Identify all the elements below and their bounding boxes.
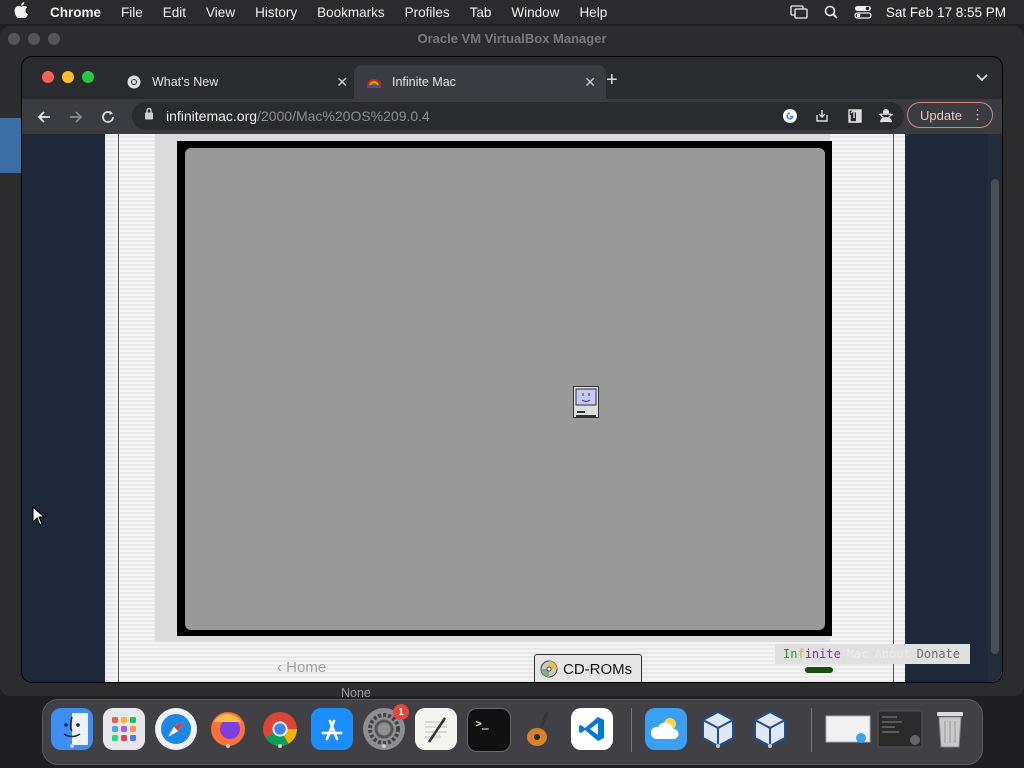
emulator-display[interactable] [185, 148, 825, 630]
window-controls [42, 71, 94, 83]
dock-textedit-icon[interactable] [415, 708, 457, 750]
address-bar[interactable]: infinitemac.org/2000/Mac%20OS%209.0.4 [132, 102, 904, 130]
spotlight-search-icon[interactable] [822, 5, 840, 19]
dock-firefox-icon[interactable] [207, 708, 249, 750]
dock-garageband-icon[interactable] [519, 708, 561, 750]
back-arrow-icon[interactable] [28, 103, 60, 131]
new-tab-plus-icon[interactable]: + [606, 69, 618, 92]
chrome-window: What's New ✕ Infinite Mac ✕ + infinitema… [22, 57, 1002, 682]
dock-launchpad-icon[interactable] [103, 708, 145, 750]
chrome-icon [126, 74, 142, 90]
dock-safari-icon[interactable] [155, 708, 197, 750]
logo-letter: i [804, 647, 812, 661]
close-window-button[interactable] [42, 71, 54, 83]
update-label: Update [920, 107, 962, 123]
dock-vscode-icon[interactable] [571, 708, 613, 750]
reload-icon[interactable] [92, 103, 124, 131]
dock-preview-window-icon[interactable] [825, 708, 871, 750]
dock-chrome-icon[interactable] [259, 708, 301, 750]
menu-file[interactable]: File [111, 5, 153, 20]
menu-edit[interactable]: Edit [153, 5, 196, 20]
mac-case: ‹ Home CD-ROMs [105, 134, 1002, 682]
tab-infinite-mac[interactable]: Infinite Mac ✕ [354, 65, 606, 99]
tab-strip: What's New ✕ Infinite Mac ✕ + [22, 57, 1002, 99]
screen-mirroring-icon[interactable] [790, 5, 808, 19]
zoom-window-button[interactable] [82, 71, 94, 83]
rainbow-icon [366, 74, 382, 90]
close-tab-icon[interactable]: ✕ [584, 74, 596, 91]
control-center-icon[interactable] [854, 5, 872, 19]
tab-search-chevron-down-icon[interactable] [976, 71, 988, 85]
page-content: ‹ Home CD-ROMs Infinite Mac About Donate [22, 134, 1002, 682]
dock-finder-icon[interactable] [51, 708, 93, 750]
tab-title: Infinite Mac [392, 75, 456, 89]
dock-separator [811, 708, 812, 752]
lock-icon[interactable] [144, 107, 158, 125]
side-panel-icon[interactable] [848, 106, 868, 126]
macos-menu-bar: Chrome File Edit View History Bookmarks … [0, 0, 1024, 24]
logo-letter: In [783, 647, 798, 661]
url-host: infinitemac.org [166, 108, 258, 124]
profile-avatar-icon[interactable] [878, 105, 898, 125]
logo-letter: nite [811, 647, 841, 661]
url-path: /2000/Mac%20OS%209.0.4 [257, 108, 430, 124]
dock: 1 >_ [42, 699, 983, 765]
scrollbar-thumb[interactable] [991, 179, 999, 654]
dock-separator [631, 708, 632, 752]
dock-system-settings-icon[interactable]: 1 [363, 704, 409, 750]
virtualbox-sidebar-sliver [0, 118, 21, 173]
tab-whats-new[interactable]: What's New ✕ [116, 65, 358, 99]
cd-disc-icon [540, 660, 558, 678]
close-tab-icon[interactable]: ✕ [336, 74, 348, 91]
minimize-window-button[interactable] [62, 71, 74, 83]
menu-view[interactable]: View [196, 5, 245, 20]
dock-terminal-icon[interactable]: >_ [467, 708, 511, 752]
menubar-clock[interactable]: Sat Feb 17 8:55 PM [886, 5, 1006, 20]
happy-mac-icon [573, 386, 599, 418]
more-menu-icon[interactable]: ⋮ [971, 107, 984, 123]
menu-tab[interactable]: Tab [460, 5, 502, 20]
home-link[interactable]: ‹ Home [277, 659, 326, 676]
update-button[interactable]: Update ⋮ [907, 102, 993, 128]
logo-letter: f [797, 647, 805, 661]
status-text: None [341, 686, 371, 700]
site-footer-menu: Infinite Mac About Donate [775, 644, 970, 664]
forward-arrow-icon[interactable] [60, 103, 92, 131]
dock-virtualbox-vm-icon[interactable] [749, 708, 791, 750]
infinite-mac-logo[interactable]: Infinite Mac [783, 647, 869, 661]
settings-badge: 1 [393, 704, 409, 720]
menu-profiles[interactable]: Profiles [395, 5, 460, 20]
menu-app-name[interactable]: Chrome [40, 5, 111, 20]
logo-mac-text: Mac [846, 647, 869, 661]
browser-toolbar: infinitemac.org/2000/Mac%20OS%209.0.4 Up… [22, 99, 1002, 134]
cd-roms-button[interactable]: CD-ROMs [534, 654, 642, 682]
donate-link[interactable]: Donate [917, 647, 960, 661]
menu-window[interactable]: Window [501, 5, 569, 20]
menu-bookmarks[interactable]: Bookmarks [307, 5, 395, 20]
menu-help[interactable]: Help [569, 5, 617, 20]
mouse-cursor-icon [32, 506, 46, 526]
virtualbox-window-title: Oracle VM VirtualBox Manager [417, 31, 607, 46]
apple-menu-icon[interactable] [14, 2, 40, 22]
scrollbar-track[interactable] [988, 134, 1002, 682]
google-lens-icon[interactable] [780, 106, 800, 126]
about-link[interactable]: About [875, 647, 911, 661]
drive-activity-led [805, 667, 833, 673]
dock-weather-icon[interactable] [645, 708, 687, 750]
dock-virtualbox-icon[interactable] [697, 708, 739, 750]
install-app-icon[interactable] [812, 106, 832, 126]
url-text[interactable]: infinitemac.org/2000/Mac%20OS%209.0.4 [166, 108, 430, 124]
tab-title: What's New [152, 75, 219, 89]
cd-roms-label: CD-ROMs [563, 660, 633, 678]
dock-app-store-icon[interactable] [311, 708, 353, 750]
dock-screenshot-window-icon[interactable] [877, 708, 923, 750]
menu-history[interactable]: History [245, 5, 307, 20]
dock-trash-icon[interactable] [929, 708, 971, 750]
